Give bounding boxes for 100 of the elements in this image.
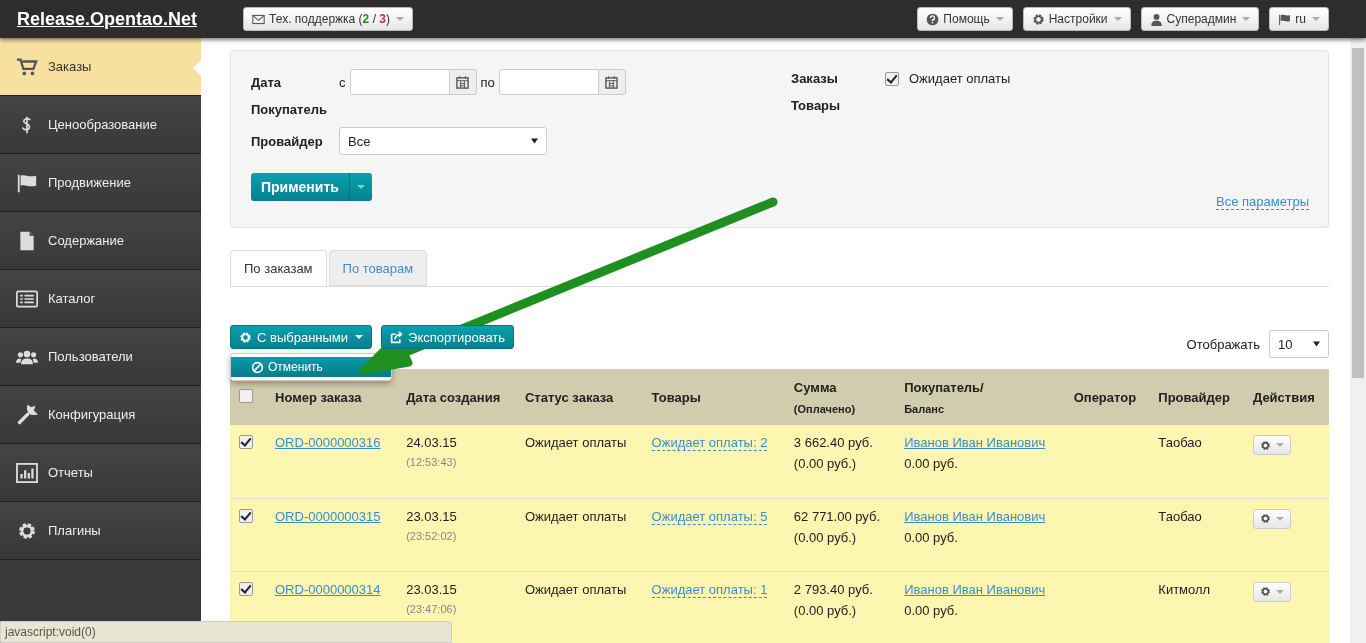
field-label: с bbox=[339, 74, 346, 90]
table-cell-text: (0.00 руб.) bbox=[793, 602, 858, 618]
column-header: Оператор bbox=[1073, 389, 1137, 405]
column-header: Провайдер bbox=[1158, 389, 1231, 405]
actions-button[interactable] bbox=[1252, 581, 1291, 602]
column-subheader: Баланс bbox=[904, 402, 946, 415]
table-cell-text: 0.00 руб. bbox=[904, 602, 959, 618]
table-cell-text: (0.00 руб.) bbox=[793, 456, 858, 471]
caret-icon bbox=[356, 185, 365, 189]
flag-icon bbox=[1278, 12, 1292, 26]
menu-button[interactable]: ru bbox=[1269, 7, 1329, 31]
gear-icon bbox=[16, 520, 38, 541]
table-cell-text: 3 662.40 руб. bbox=[793, 435, 874, 450]
table-cell: Ожидает оплаты bbox=[524, 508, 627, 524]
status-bar: javascript:void(0) bbox=[0, 621, 452, 643]
date-field[interactable] bbox=[349, 69, 450, 95]
field-label: Покупатель bbox=[251, 102, 328, 117]
table-cell: Таобао bbox=[1158, 435, 1202, 450]
caret-icon bbox=[531, 138, 538, 144]
caret-icon bbox=[1275, 589, 1284, 594]
row-checkbox[interactable] bbox=[239, 581, 253, 596]
sidebar-item[interactable]: Конфигурация bbox=[0, 386, 201, 444]
bar-chart-icon bbox=[16, 462, 38, 483]
calendar-icon bbox=[456, 75, 469, 89]
field-label: Провайдер bbox=[251, 133, 324, 149]
gear-icon bbox=[1031, 12, 1045, 26]
actions-button[interactable] bbox=[1252, 435, 1291, 455]
flag-icon bbox=[16, 172, 38, 193]
user-icon bbox=[1149, 12, 1163, 26]
calendar-button[interactable] bbox=[598, 69, 626, 95]
sidebar-item[interactable]: Отчеты bbox=[0, 444, 201, 502]
sidebar-item[interactable]: Пользователи bbox=[0, 328, 201, 386]
table-cell: Ожидает оплаты bbox=[524, 581, 627, 597]
field-label: Дата bbox=[251, 74, 283, 90]
sidebar-item[interactable]: Каталог bbox=[0, 270, 201, 328]
table-cell: Китмолл bbox=[1158, 581, 1211, 597]
table-cell-text: 0.00 руб. bbox=[904, 529, 959, 545]
time-text: (23:47:06) bbox=[406, 602, 458, 615]
caret-icon bbox=[1275, 516, 1284, 521]
select-all-checkbox[interactable] bbox=[239, 388, 253, 403]
sidebar-item[interactable]: Плагины bbox=[0, 502, 201, 560]
calendar-icon bbox=[605, 75, 619, 89]
sidebar-item[interactable]: Содержание bbox=[0, 212, 201, 270]
calendar-button[interactable] bbox=[449, 69, 477, 95]
cart-icon bbox=[16, 56, 38, 77]
column-header: Товары bbox=[651, 389, 701, 405]
table-cell-text: 0.00 руб. bbox=[904, 456, 959, 471]
table-cell-text: 23.03.15 bbox=[406, 508, 458, 524]
date-field[interactable] bbox=[498, 69, 599, 95]
table-cell: Таобао bbox=[1158, 508, 1202, 524]
menu-button[interactable]: Настройки bbox=[1022, 7, 1131, 31]
caret-icon bbox=[1113, 17, 1122, 21]
gear-icon bbox=[1259, 513, 1271, 524]
field-label: Заказы bbox=[791, 71, 839, 86]
caret-icon bbox=[995, 17, 1004, 21]
field-label: Товары bbox=[791, 98, 842, 113]
checkbox[interactable] bbox=[885, 71, 899, 86]
time-text: (23:52:02) bbox=[406, 529, 458, 542]
actions-button[interactable] bbox=[1252, 508, 1291, 529]
column-header: Действия bbox=[1252, 389, 1315, 405]
table-cell-text: 62 771.00 руб. bbox=[793, 508, 882, 524]
tab[interactable]: По заказам bbox=[230, 250, 327, 286]
export-button[interactable]: Экспортировать bbox=[381, 325, 515, 349]
column-header: Сумма bbox=[793, 379, 838, 395]
column-header: Статус заказа bbox=[524, 389, 614, 405]
gear-icon bbox=[239, 330, 252, 344]
envelope-icon bbox=[252, 12, 266, 26]
caret-icon bbox=[1275, 443, 1284, 447]
checkbox-label: Ожидает оплаты bbox=[909, 71, 1011, 86]
apply-button[interactable]: Применить bbox=[251, 173, 372, 201]
sidebar-item[interactable]: Заказы bbox=[0, 38, 201, 96]
table-cell-text: (0.00 руб.) bbox=[793, 529, 858, 545]
row-checkbox[interactable] bbox=[239, 435, 253, 449]
gear-icon bbox=[1259, 439, 1271, 451]
sidebar-item[interactable]: Ценообразование bbox=[0, 96, 201, 154]
provider-select[interactable]: Все bbox=[339, 127, 547, 155]
prohibited-icon bbox=[251, 360, 264, 374]
column-header: Покупатель/ bbox=[904, 379, 985, 395]
page-size-label: Отображать bbox=[1186, 336, 1260, 352]
scrollbar[interactable] bbox=[1350, 38, 1366, 643]
caret-icon bbox=[1312, 17, 1320, 21]
table-cell-text: 2 793.40 руб. bbox=[793, 581, 874, 597]
share-icon bbox=[390, 330, 404, 344]
row-checkbox[interactable] bbox=[239, 508, 253, 523]
page-size-select[interactable]: 10 bbox=[1269, 330, 1329, 358]
table-cell: Ожидает оплаты bbox=[524, 435, 627, 450]
field-label: по bbox=[480, 74, 495, 90]
caret-icon bbox=[355, 335, 364, 339]
bulk-actions-button[interactable]: С выбранными bbox=[230, 325, 373, 349]
menu-button[interactable]: Помощь bbox=[917, 7, 1013, 31]
site-logo[interactable]: Release.Opentao.Net bbox=[17, 8, 198, 30]
menu-button[interactable]: Суперадмин bbox=[1140, 7, 1260, 31]
support-button[interactable]: Тех. поддержка (2 / 3) bbox=[243, 7, 413, 31]
gear-icon bbox=[1259, 586, 1271, 597]
table-cell-text: 24.03.15 bbox=[406, 435, 458, 450]
caret-icon bbox=[1242, 17, 1251, 21]
column-header: Номер заказа bbox=[275, 389, 362, 405]
time-text: (12:53:43) bbox=[406, 456, 458, 468]
sidebar-item[interactable]: Продвижение bbox=[0, 154, 201, 212]
help-icon bbox=[926, 12, 940, 26]
